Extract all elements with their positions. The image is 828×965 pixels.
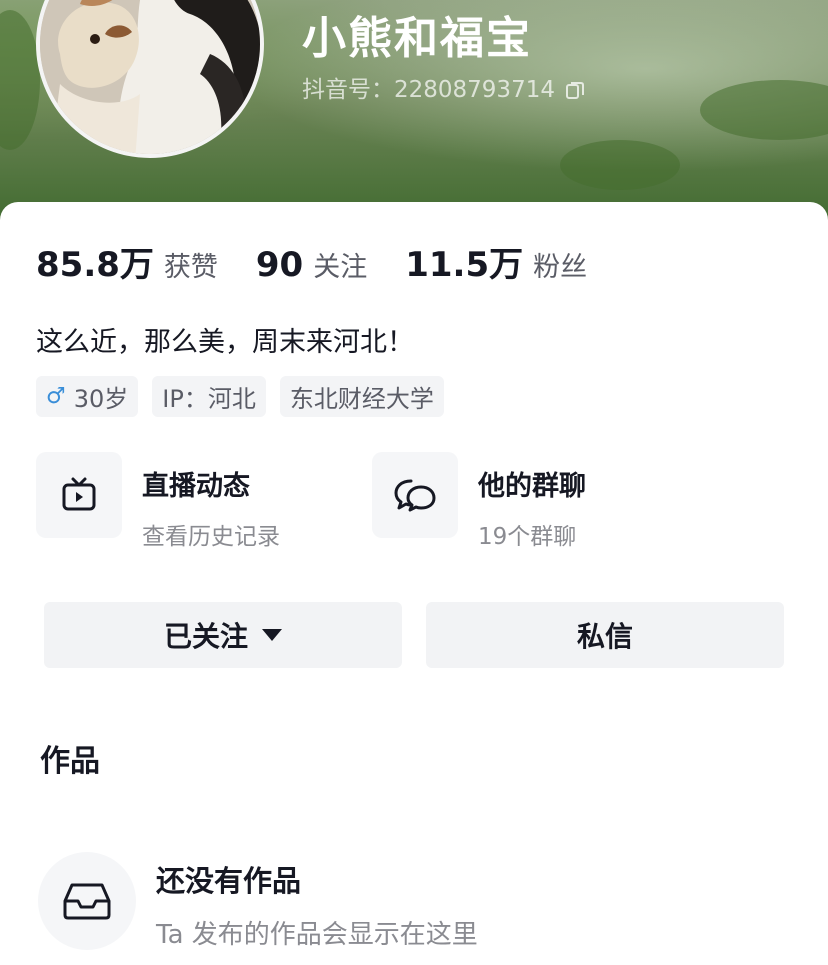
douyin-id-value: 22808793714 <box>394 77 555 103</box>
tag-age-text: 30岁 <box>73 385 129 413</box>
tag-ip: IP：河北 <box>152 376 266 417</box>
followed-button-label: 已关注 <box>163 620 248 653</box>
background-foliage <box>0 10 40 150</box>
profile-card: 85.8万 获赞 90 关注 11.5万 粉丝 这么近，那么美，周末来河北！ ♂… <box>0 202 828 965</box>
live-history-subtitle: 查看历史记录 <box>142 524 280 550</box>
stat-followers-label: 粉丝 <box>533 252 588 283</box>
tag-school[interactable]: 东北财经大学 <box>279 376 444 417</box>
profile-tags: ♂ 30岁 IP：河北 东北财经大学 <box>36 376 458 417</box>
works-section-title[interactable]: 作品 <box>40 736 100 780</box>
douyin-id-label: 抖音号： <box>302 77 394 103</box>
male-icon: ♂ <box>46 384 66 409</box>
group-chats-entry[interactable]: 他的群聊 19个群聊 <box>372 452 586 551</box>
live-history-entry[interactable]: 直播动态 查看历史记录 <box>36 452 280 551</box>
group-chats-subtitle: 19个群聊 <box>478 524 577 550</box>
stat-followers[interactable]: 11.5万 粉丝 <box>405 237 587 286</box>
tag-gender-age: ♂ 30岁 <box>36 376 139 417</box>
avatar[interactable] <box>36 0 264 158</box>
works-empty-state: 还没有作品 Ta 发布的作品会显示在这里 <box>38 852 478 951</box>
inbox-tray-icon <box>38 852 136 950</box>
stat-following[interactable]: 90 关注 <box>256 245 367 285</box>
message-button-label: 私信 <box>576 620 633 653</box>
background-foliage <box>560 140 680 190</box>
chat-bubbles-icon <box>372 452 458 538</box>
works-empty-subtitle: Ta 发布的作品会显示在这里 <box>156 920 478 950</box>
profile-bio: 这么近，那么美，周末来河北！ <box>36 327 414 358</box>
stat-followers-value: 11.5万 <box>405 245 524 285</box>
stat-likes[interactable]: 85.8万 获赞 <box>36 237 218 286</box>
works-empty-title: 还没有作品 <box>156 864 302 898</box>
stat-following-label: 关注 <box>313 252 368 283</box>
tv-icon <box>36 452 122 538</box>
profile-header-background: 小熊和福宝 抖音号：22808793714 <box>0 0 828 230</box>
copy-icon[interactable] <box>565 80 585 106</box>
group-chats-title: 他的群聊 <box>478 471 586 502</box>
stats-row: 85.8万 获赞 90 关注 11.5万 粉丝 <box>36 237 625 286</box>
stat-following-value: 90 <box>255 245 304 285</box>
live-history-title: 直播动态 <box>142 471 250 502</box>
background-foliage <box>700 80 828 140</box>
stat-likes-value: 85.8万 <box>36 245 154 285</box>
stat-likes-label: 获赞 <box>163 252 218 283</box>
message-button[interactable]: 私信 <box>426 602 784 668</box>
followed-dropdown-button[interactable]: 已关注 <box>44 602 402 668</box>
avatar-dog-image <box>40 0 260 154</box>
caret-down-icon <box>262 629 282 641</box>
profile-name: 小熊和福宝 <box>302 13 532 64</box>
douyin-id: 抖音号：22808793714 <box>302 70 585 106</box>
